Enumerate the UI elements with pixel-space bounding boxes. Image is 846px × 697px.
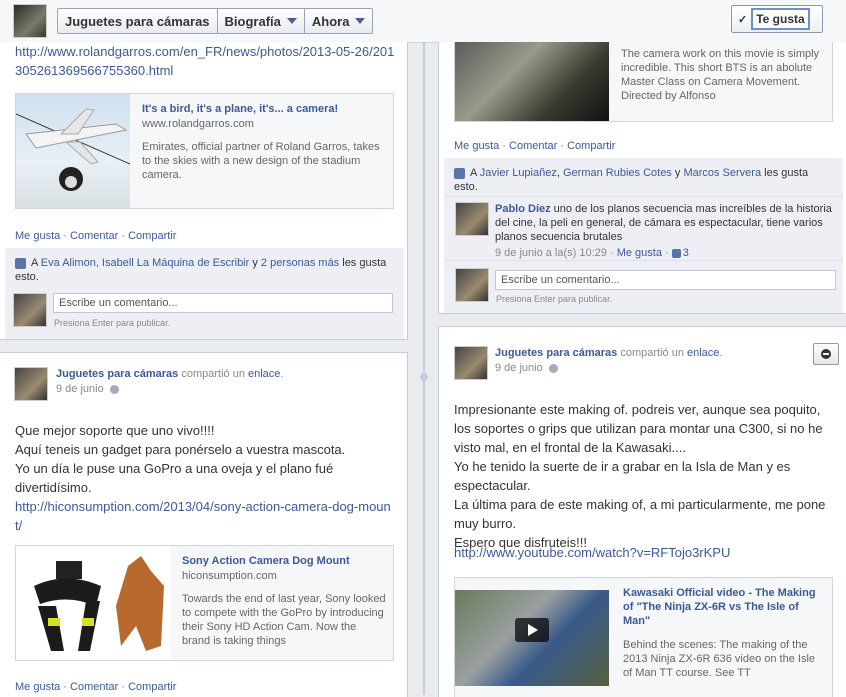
video-attachment[interactable]: The camera work on this movie is simply …	[454, 42, 833, 122]
comment-hint: Presiona Enter para publicar.	[54, 318, 171, 328]
comment-link[interactable]: Comentar	[70, 230, 118, 242]
attachment-title[interactable]: It's a bird, it's a plane, it's... a cam…	[142, 102, 382, 116]
like-link[interactable]: Me gusta	[15, 681, 60, 693]
liker-name[interactable]: Marcos Servera	[683, 167, 761, 179]
share-link[interactable]: Compartir	[128, 681, 176, 693]
crumb-timeline[interactable]: Biografía	[218, 9, 305, 33]
minus-circle-icon	[821, 349, 831, 359]
video-thumbnail	[455, 42, 609, 121]
link-attachment[interactable]: It's a bird, it's a plane, it's... a cam…	[15, 93, 394, 209]
share-link[interactable]: Compartir	[567, 140, 615, 152]
thumbs-up-icon	[454, 167, 465, 179]
attachment-description: Emirates, official partner of Roland Gar…	[142, 141, 380, 181]
feedback-box: A Eva Alimon, Isabell La Máquina de Escr…	[5, 248, 404, 339]
liker-name[interactable]: Javier Lupiañez	[480, 167, 557, 179]
author-avatar[interactable]	[14, 367, 48, 401]
post-actions: Me gusta · Comentar · Compartir	[15, 230, 177, 242]
attachment-thumbnail	[16, 94, 131, 208]
post-actions: Me gusta · Comentar · Compartir	[15, 681, 177, 693]
author-name[interactable]: Juguetes para cámaras	[56, 368, 178, 380]
likes-summary: A Javier Lupiañez, German Rubies Cotes y…	[454, 167, 809, 193]
comment-hint: Presiona Enter para publicar.	[496, 294, 613, 304]
thumbs-up-icon	[15, 257, 26, 269]
play-icon[interactable]	[515, 618, 549, 642]
post-link[interactable]: http://www.rolandgarros.com/en_FR/news/p…	[15, 44, 394, 78]
check-icon: ✓	[738, 13, 748, 26]
crumb-page-name[interactable]: Juguetes para cámaras	[58, 9, 218, 33]
liker-names[interactable]: Eva Alimon, Isabell La Máquina de Escrib…	[41, 257, 250, 269]
attachment-host: www.rolandgarros.com	[142, 118, 254, 130]
post-text: Que mejor soporte que uno vivo!!!! Aquí …	[15, 423, 391, 533]
comment: Pablo Díez uno de los planos secuencia m…	[495, 202, 835, 260]
attachment-title[interactable]: Kawasaki Official video - The Making of …	[623, 586, 823, 628]
author-avatar[interactable]	[454, 346, 488, 380]
video-thumbnail	[455, 590, 609, 686]
chevron-down-icon	[355, 18, 366, 24]
thumbs-up-icon	[671, 248, 681, 258]
comment-link[interactable]: Comentar	[70, 681, 118, 693]
commenter-avatar	[13, 293, 47, 327]
post-actions: Me gusta · Comentar · Compartir	[454, 140, 616, 152]
share-link[interactable]: Compartir	[128, 230, 176, 242]
more-likers-link[interactable]: 2 personas más	[261, 257, 339, 269]
likes-summary: A Eva Alimon, Isabell La Máquina de Escr…	[15, 257, 387, 283]
commenter-avatar	[455, 268, 489, 302]
airplane-image	[16, 108, 131, 191]
comment-link[interactable]: Comentar	[509, 140, 557, 152]
comment-meta: 9 de junio a la(s) 10:29 · Me gusta · 3	[495, 247, 689, 259]
like-link[interactable]: Me gusta	[454, 140, 499, 152]
shared-object-link[interactable]: enlace	[687, 347, 719, 359]
comment-input[interactable]: Escribe un comentario...	[495, 270, 836, 290]
link-attachment[interactable]: Sony Action Camera Dog Mount hiconsumpti…	[15, 545, 394, 661]
attachment-host: hiconsumption.com	[182, 570, 277, 582]
timeline-spine	[423, 42, 425, 695]
comment-like-count[interactable]: 3	[683, 247, 689, 259]
post-card: http://www.rolandgarros.com/en_FR/news/p…	[0, 42, 408, 340]
post-link[interactable]: http://www.youtube.com/watch?v=RFTojo3rK…	[454, 545, 730, 560]
author-name[interactable]: Juguetes para cámaras	[495, 347, 617, 359]
video-attachment[interactable]: Kawasaki Official video - The Making of …	[454, 577, 833, 697]
breadcrumb: Juguetes para cámaras Biografía Ahora	[57, 8, 374, 34]
chevron-down-icon	[286, 18, 297, 24]
attachment-thumbnail	[16, 546, 170, 660]
page-like-button[interactable]: ✓ Te gusta	[731, 5, 823, 33]
timeline-dot	[420, 373, 428, 381]
divider	[444, 260, 843, 261]
like-link[interactable]: Me gusta	[15, 230, 60, 242]
feedback-box: A Javier Lupiañez, German Rubies Cotes y…	[444, 158, 843, 313]
post-header: Juguetes para cámaras compartió un enlac…	[495, 347, 723, 374]
attachment-description: Towards the end of last year, Sony looke…	[182, 593, 386, 647]
commenter-avatar[interactable]	[455, 202, 489, 236]
comment-like-link[interactable]: Me gusta	[617, 247, 662, 259]
post-header: Juguetes para cámaras compartió un enlac…	[56, 368, 284, 395]
post-date: 9 de junio	[56, 383, 283, 395]
hide-post-button[interactable]	[813, 343, 839, 365]
post-link[interactable]: http://hiconsumption.com/2013/04/sony-ac…	[15, 499, 391, 533]
post-date: 9 de junio	[495, 362, 722, 374]
page-avatar[interactable]	[13, 4, 47, 38]
liker-name[interactable]: German Rubies Cotes	[563, 167, 672, 179]
post-card: Juguetes para cámaras compartió un enlac…	[0, 352, 408, 697]
attachment-description: The camera work on this movie is simply …	[621, 48, 820, 102]
comment-author[interactable]: Pablo Díez	[495, 203, 551, 215]
globe-icon	[109, 384, 119, 394]
post-text: Impresionante este making of. podreis ve…	[454, 402, 826, 550]
crumb-now[interactable]: Ahora	[305, 9, 373, 33]
page-header: Juguetes para cámaras Biografía Ahora ✓ …	[0, 0, 846, 43]
attachment-description: Behind the scenes: The making of the 201…	[623, 639, 816, 679]
post-card: Juguetes para cámaras compartió un enlac…	[438, 326, 846, 697]
post-card: The camera work on this movie is simply …	[438, 42, 846, 314]
globe-icon	[548, 363, 558, 373]
dog-mount-image	[34, 556, 164, 651]
divider	[444, 196, 843, 197]
attachment-title[interactable]: Sony Action Camera Dog Mount	[182, 554, 387, 568]
comment-input[interactable]: Escribe un comentario...	[53, 293, 393, 313]
shared-object-link[interactable]: enlace	[248, 368, 280, 380]
